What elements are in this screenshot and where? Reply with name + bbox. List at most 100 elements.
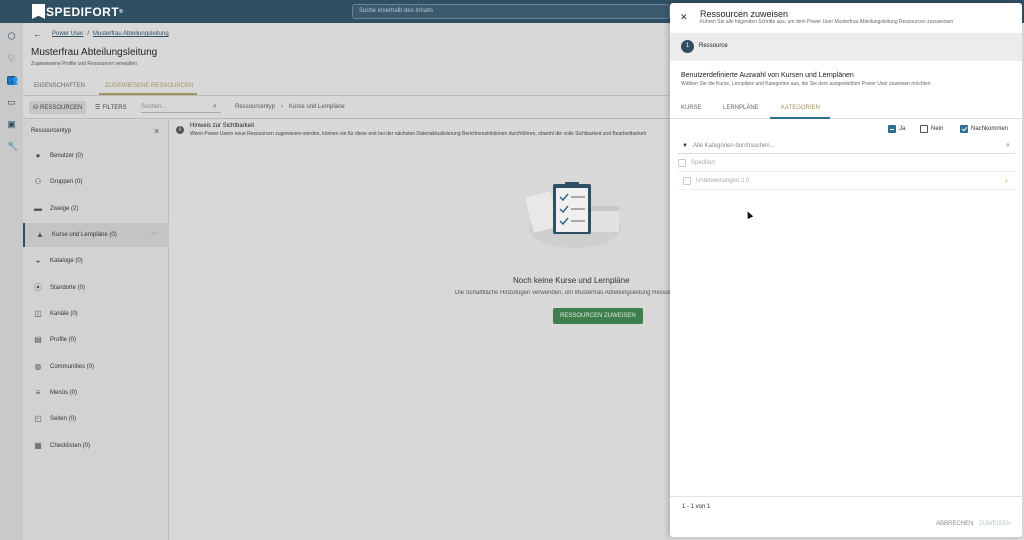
checkbox-indeterminate-icon: [888, 125, 896, 133]
page-tabs: EIGENSCHAFTEN ZUGEWIESENE RESSOURCEN: [23, 79, 670, 96]
assign-resources-button[interactable]: RESSOURCEN ZUWEISEN: [553, 308, 643, 324]
breadcrumb-separator: /: [87, 31, 90, 37]
logo-registered: ®: [119, 8, 124, 15]
cube-icon[interactable]: ⬡: [7, 32, 16, 41]
active-tab-indicator: [99, 93, 197, 95]
tab-kurse[interactable]: KURSE: [681, 105, 702, 111]
tab-lernplaene[interactable]: LERNPLÄNE: [723, 105, 759, 111]
toolbar-crumb-separator: ›: [281, 104, 284, 110]
resource-item-seiten[interactable]: ◰ Seiten (0): [23, 407, 169, 431]
search-icon[interactable]: ⌕: [1006, 142, 1010, 150]
filters-button[interactable]: ☰ FILTERS: [91, 101, 131, 114]
filter-icon: ☰: [95, 105, 101, 111]
filter-nachkommen-checkbox[interactable]: Nachkommen: [960, 125, 1008, 133]
resource-search-input[interactable]: Suchen...: [141, 104, 221, 113]
resource-item-label: Profile (0): [50, 337, 77, 343]
category-label: Spedifort: [691, 159, 716, 166]
resource-item-label: Gruppen (0): [50, 179, 83, 185]
folder-icon: ▬: [34, 204, 42, 213]
resource-item-kanaele[interactable]: ◫ Kanäle (0): [23, 302, 169, 326]
channel-icon: ◫: [34, 309, 42, 318]
users-icon[interactable]: 👥: [7, 76, 18, 85]
page-subtitle: Zugewiesene Profile und Ressourcen verwa…: [31, 61, 137, 67]
category-checkbox[interactable]: [683, 176, 691, 185]
selection-title: Benutzerdefinierte Auswahl von Kursen un…: [681, 72, 854, 79]
empty-state-subtitle: Die Schaltfläche Hinzufügen verwenden, u…: [455, 290, 670, 296]
toolbar-crumb-type[interactable]: Ressourcentyp: [235, 104, 275, 110]
globe-icon: ◍: [34, 362, 42, 371]
visibility-hint: i Hinweis zur Sichtbarkeit Wenn Power Us…: [171, 120, 670, 142]
resource-item-label: Kataloge (0): [50, 258, 83, 264]
logo-text: SPEDIFORT: [46, 4, 120, 19]
hint-title: Hinweis zur Sichtbarkeit: [190, 123, 255, 129]
category-search-placeholder: Alle Kategorien durchsuchen...: [693, 143, 775, 149]
filters-label: FILTERS: [102, 104, 127, 111]
resource-item-checklisten[interactable]: ▦ Checklisten (0): [23, 434, 169, 458]
checklist-icon: ▦: [34, 441, 42, 450]
footer-divider: [670, 496, 1022, 497]
hint-text: Wenn Power Usern neue Ressourcen zugewie…: [190, 131, 646, 137]
filter-nachkommen-label: Nachkommen: [971, 126, 1009, 132]
assign-button[interactable]: ZUWEISEN: [979, 521, 1011, 527]
resource-item-label: Menüs (0): [50, 390, 78, 396]
category-row[interactable]: Unterweisungen 2.0 ›: [678, 172, 1015, 190]
drawer-tabs: KURSE LERNPLÄNE KATEGORIEN: [670, 99, 1022, 119]
filter-ja-label: Ja: [899, 126, 906, 132]
drawer-subtitle: Führen Sie alle folgenden Schritte aus, …: [700, 19, 954, 25]
category-row[interactable]: Spedifort: [678, 154, 1015, 172]
breadcrumb-current-user[interactable]: Musterfrau Abteilungsleitung: [93, 31, 169, 37]
category-label: Unterweisungen 2.0: [696, 177, 750, 184]
logo-mark-icon: [32, 4, 45, 19]
folder-icon[interactable]: ▭: [7, 98, 16, 107]
filter-nein-checkbox[interactable]: Nein: [920, 125, 943, 133]
back-arrow-icon[interactable]: ←: [33, 29, 42, 39]
heart-icon[interactable]: ♡: [7, 54, 16, 63]
left-rail: ⬡ ♡ 👥 ▭ ▣ 🔧: [0, 23, 23, 540]
resource-item-gruppen[interactable]: ⚇ Gruppen (0): [23, 170, 169, 194]
checkbox-empty-icon: [920, 125, 928, 133]
resource-item-menues[interactable]: ≡ Menüs (0): [23, 381, 169, 405]
resource-item-communities[interactable]: ◍ Communities (0): [23, 355, 169, 379]
tab-kategorien[interactable]: KATEGORIEN: [781, 105, 820, 111]
resource-item-profile[interactable]: ▤ Profile (0): [23, 328, 169, 352]
filter-ja-checkbox[interactable]: Ja: [888, 125, 905, 133]
resources-label: RESSOURCEN: [40, 104, 83, 111]
empty-state-title: Noch keine Kurse und Lernpläne: [513, 276, 630, 285]
search-icon[interactable]: ⌕: [213, 103, 217, 111]
resource-item-benutzer[interactable]: ● Benutzer (0): [23, 144, 169, 168]
spedifort-logo[interactable]: SPEDIFORT ®: [32, 4, 123, 19]
active-tab-indicator: [770, 117, 830, 119]
category-search-input[interactable]: ▼ Alle Kategorien durchsuchen... ⌕: [678, 140, 1015, 154]
category-checkbox[interactable]: [678, 158, 686, 167]
breadcrumb: ← Power User / Musterfrau Abteilungsleit…: [33, 29, 169, 39]
resource-item-label: Benutzer (0): [50, 153, 84, 159]
pagination-info: 1 - 1 von 1: [682, 504, 711, 510]
chart-icon[interactable]: ▣: [7, 120, 16, 129]
resource-item-kurse[interactable]: ▲ Kurse und Lernpläne (0) ···: [23, 223, 169, 247]
tab-zugewiesene-ressourcen[interactable]: ZUGEWIESENE RESSOURCEN: [105, 83, 193, 89]
pages-icon: ◰: [34, 414, 42, 423]
close-icon[interactable]: ×: [154, 126, 159, 136]
resources-toggle-button[interactable]: ⛁ RESSOURCEN: [29, 101, 87, 114]
wrench-icon[interactable]: 🔧: [7, 142, 18, 151]
tab-eigenschaften[interactable]: EIGENSCHAFTEN: [34, 83, 85, 89]
more-options-icon[interactable]: ···: [151, 230, 158, 237]
category-filters: Ja Nein Nachkommen: [670, 124, 1022, 136]
empty-state-illustration-icon: [525, 182, 621, 248]
breadcrumb-power-user[interactable]: Power User: [52, 31, 83, 37]
resource-type-heading: Ressourcentyp: [31, 128, 72, 134]
group-icon: ⚇: [34, 177, 42, 186]
resource-item-kataloge[interactable]: ◒ Kataloge (0): [23, 249, 169, 273]
resource-item-zweige[interactable]: ▬ Zweige (2): [23, 197, 169, 221]
page-title: Musterfrau Abteilungsleitung: [31, 47, 158, 58]
resource-item-label: Kurse und Lernpläne (0): [52, 232, 117, 238]
chevron-right-icon[interactable]: ›: [1005, 176, 1008, 185]
close-icon[interactable]: ✕: [680, 12, 688, 23]
caret-down-icon[interactable]: ▼: [682, 143, 688, 149]
global-search-input[interactable]: Suche innerhalb des Inhalts: [352, 4, 670, 19]
step-label: Ressource: [699, 43, 728, 49]
step-bar: 1 Ressource: [670, 33, 1022, 61]
cancel-button[interactable]: ABBRECHEN: [936, 521, 973, 527]
resource-item-standorte[interactable]: ⦿ Standorte (0): [23, 276, 169, 300]
info-icon: i: [176, 126, 184, 134]
